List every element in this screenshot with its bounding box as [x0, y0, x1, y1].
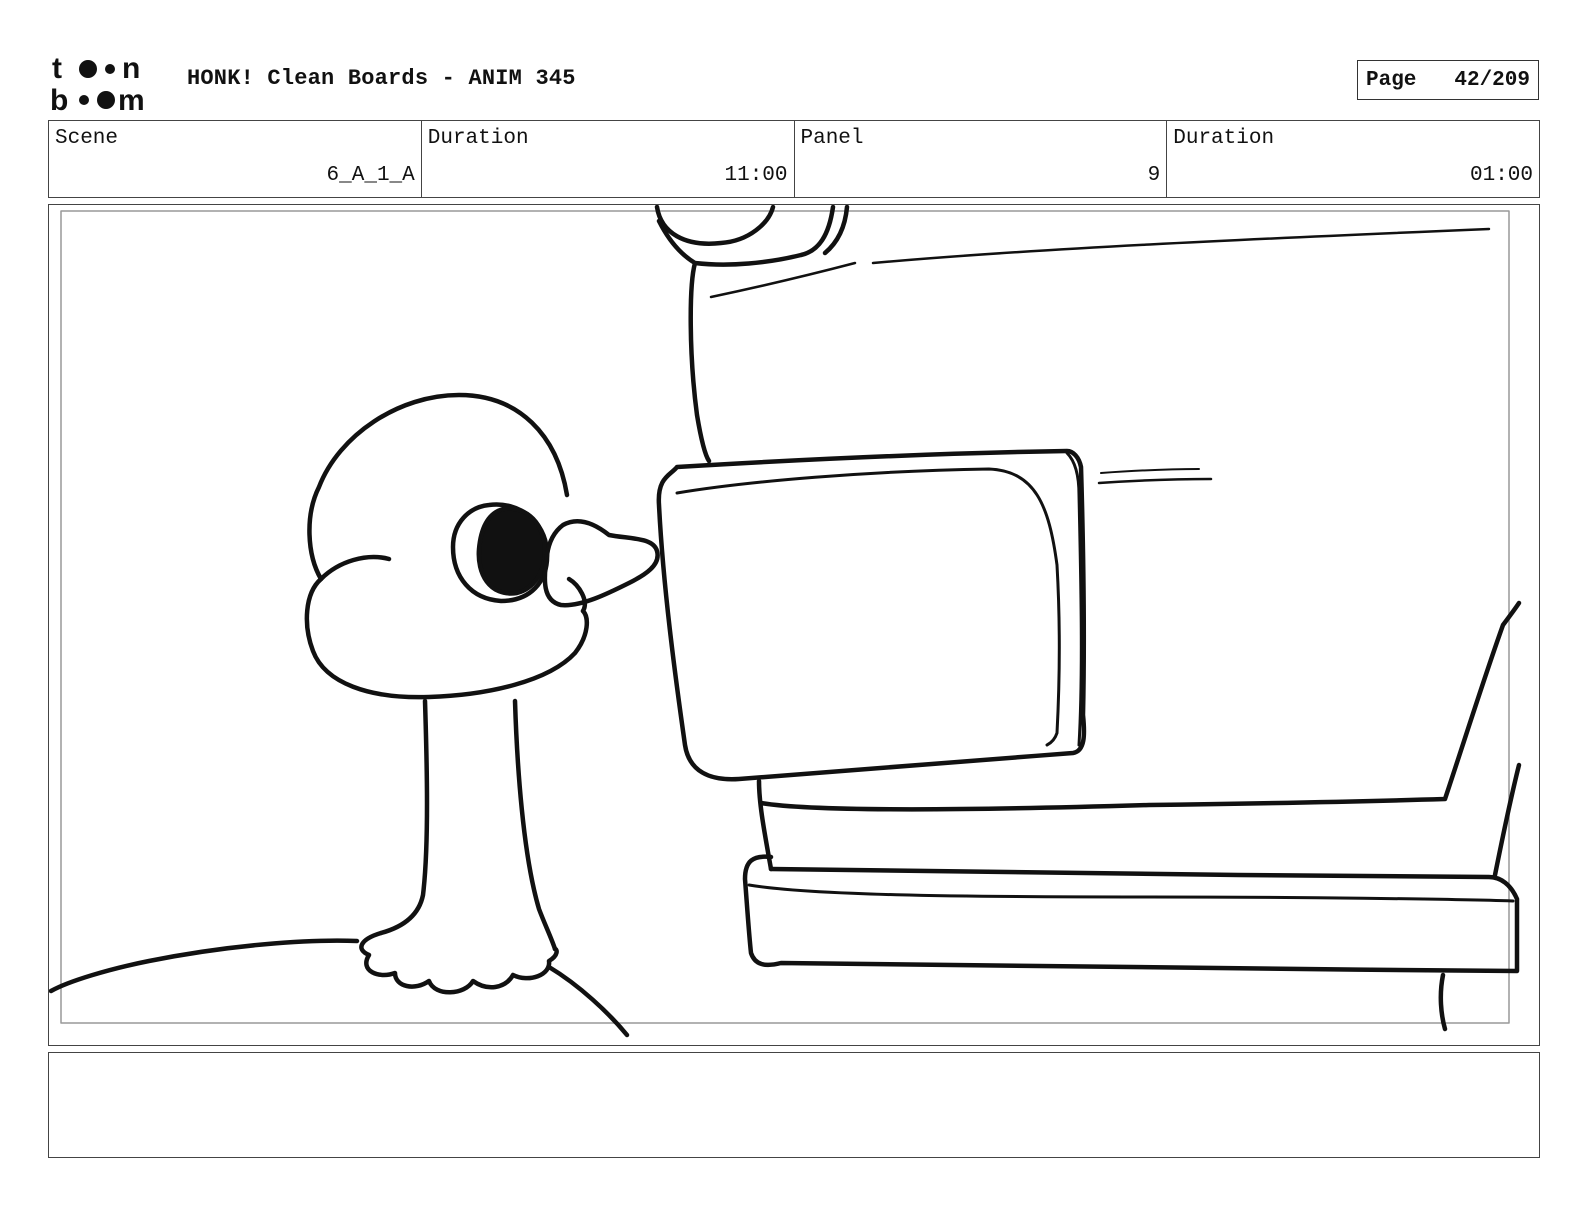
page-label: Page [1366, 68, 1417, 92]
scene-duration-label: Duration [427, 127, 529, 150]
svg-text:b: b [50, 84, 68, 114]
panel-label: Panel [800, 127, 864, 150]
goose-cheek [304, 576, 590, 700]
scene-value: 6_A_1_A [326, 164, 415, 187]
machine-tray [742, 854, 1520, 974]
panel-cell: Panel 9 [795, 121, 1168, 197]
goose-pupil [476, 506, 548, 596]
machine-knob [654, 205, 776, 246]
toonboom-logo: t n b m [50, 50, 166, 114]
machine-edge [688, 260, 712, 464]
svg-text:m: m [118, 84, 145, 114]
svg-text:n: n [122, 52, 140, 85]
scene-cell: Scene 6_A_1_A [49, 121, 422, 197]
scene-label: Scene [55, 127, 119, 150]
panel-duration-value: 01:00 [1469, 164, 1533, 187]
page-number: 42/209 [1454, 68, 1530, 92]
machine-speaker [656, 448, 1087, 782]
toonboom-logo-icon: t n b m [50, 52, 145, 114]
panel-value: 9 [1147, 164, 1161, 187]
goose-neck [378, 698, 430, 936]
scene-duration-cell: Duration 11:00 [422, 121, 795, 197]
panel-duration-cell: Duration 01:00 [1167, 121, 1539, 197]
panel-info-bar: Scene 6_A_1_A Duration 11:00 Panel 9 Dur… [48, 120, 1540, 198]
goose-body [49, 938, 360, 994]
panel-duration-label: Duration [1173, 127, 1275, 150]
goose-drawing [49, 205, 1522, 1038]
safe-frame [60, 210, 1510, 1024]
goose-beak [542, 518, 660, 608]
document-title: HONK! Clean Boards - ANIM 345 [187, 66, 576, 91]
panel-notes [48, 1052, 1540, 1158]
page-indicator: Page 42/209 [1357, 60, 1539, 100]
storyboard-panel [48, 204, 1540, 1046]
svg-text:t: t [52, 52, 62, 85]
scene-duration-value: 11:00 [724, 164, 788, 187]
goose-ruff [359, 930, 559, 995]
